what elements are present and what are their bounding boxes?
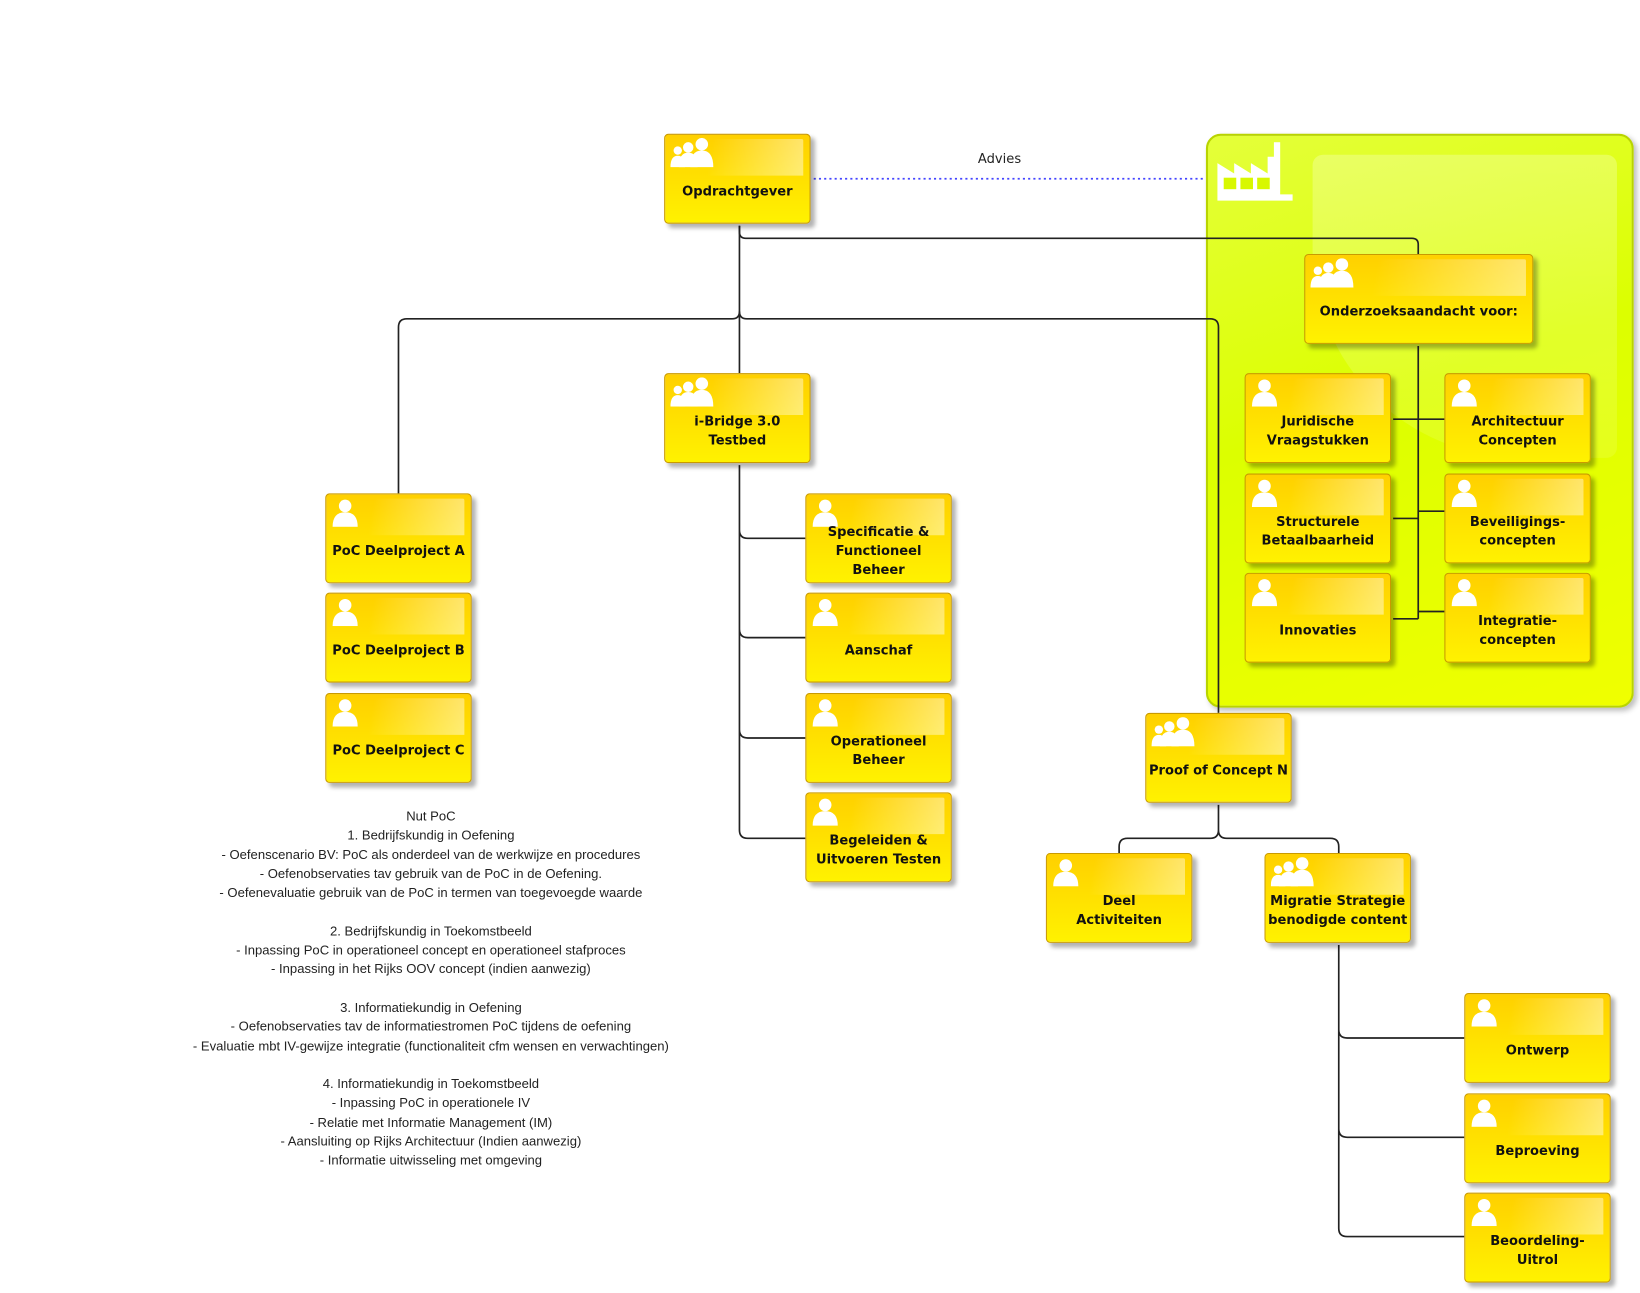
node-poc-c[interactable]: PoC Deelproject C [325,693,472,783]
connector-onderzoek [1393,345,1445,620]
note-line: - Oefenscenario BV: PoC als onderdeel va… [221,847,641,862]
note-line [126,1056,737,1075]
node-label: Begeleiden & Uitvoeren Testen [815,832,942,867]
connector-opdrachtgever-onderzoek [738,225,1420,255]
node-aanschaf[interactable]: Aanschaf [805,592,952,683]
node-label: Juridische Vraagstukken [1266,412,1369,448]
node-label: PoC Deelproject A [332,542,465,559]
note-line: - Inpassing in het Rijks OOV concept (in… [271,962,591,977]
node-innovaties[interactable]: Innovaties [1244,572,1392,663]
node-poc-n[interactable]: Proof of Concept N [1145,712,1292,803]
connector-ibridge [738,465,806,840]
note-line: 3. Informatiekundig in Oefening [340,1000,522,1015]
note-line: - Evaluatie mbt IV-gewijze integratie (f… [192,1038,669,1054]
node-label: i-Bridge 3.0 Testbed [694,412,781,448]
node-structureel[interactable]: Structurele Betaalbaarheid [1244,473,1392,564]
node-onderzoek[interactable]: Onderzoeksaandacht voor: [1304,254,1534,344]
note-line [126,903,737,922]
node-ontwerp[interactable]: Ontwerp [1464,993,1611,1083]
node-label: Specificatie & Functioneel Beheer [827,523,930,578]
node-begeleiden[interactable]: Begeleiden & Uitvoeren Testen [805,792,952,883]
node-label: Beproeving [1495,1142,1580,1159]
node-label: Ontwerp [1505,1042,1570,1058]
node-label: PoC Deelproject C [332,742,465,758]
note-line: - Oefenevaluatie gebruik van de PoC in t… [219,885,643,901]
node-label: Aanschaf [844,641,913,658]
node-migratie[interactable]: Migratie Strategie benodigde content [1264,852,1411,943]
node-label: Deel Activiteiten [1076,892,1162,928]
node-opdrachtgever[interactable]: Opdrachtgever [664,133,811,224]
node-operationeel[interactable]: Operationeel Beheer [805,693,952,783]
note-line: - Inpassing PoC in operationele IV [331,1095,531,1111]
node-integratie[interactable]: Integratie- concepten [1444,572,1591,663]
connector-migratie [1337,944,1465,1238]
node-label: Migratie Strategie benodigde content [1268,892,1408,928]
node-label: Structurele Betaalbaarheid [1261,513,1375,548]
node-poc-a[interactable]: PoC Deelproject A [325,493,472,584]
node-label: Operationeel Beheer [830,732,927,768]
note-line: 4. Informatiekundig in Toekomstbeeld [322,1076,540,1092]
node-label: PoC Deelproject B [332,641,465,658]
node-ibridge[interactable]: i-Bridge 3.0 Testbed [664,373,811,464]
node-specificatie[interactable]: Specificatie & Functioneel Beheer [805,493,952,584]
node-architectuur[interactable]: Architectuur Concepten [1444,373,1591,464]
note-line: Nut PoC [406,809,456,824]
node-label: Integratie- concepten [1478,612,1558,648]
note-line: - Relatie met Informatie Management (IM) [309,1115,553,1130]
nut-poc-notes: Nut PoC 1. Bedrijfskundig in Oefening - Oe… [126,807,737,1170]
org-chart-canvas: Advies Opdrachtgever Onderzoeksaandacht v… [0,0,1640,1293]
node-label: Proof of Concept N [1148,762,1288,778]
node-beveiliging[interactable]: Beveiligings- concepten [1444,473,1591,564]
note-line: - Oefenobservaties tav de informatiestro… [230,1019,632,1035]
node-label: Beveiligings- concepten [1469,513,1566,548]
node-deel[interactable]: Deel Activiteiten [1045,852,1193,943]
connector-pocn [1118,804,1340,853]
node-label: Architectuur Concepten [1471,412,1564,448]
note-line: - Informatie uitwisseling met omgeving [319,1153,543,1168]
node-label: Innovaties [1279,621,1357,638]
note-line: - Oefenobservaties tav gebruik van de Po… [259,866,603,882]
note-line: - Inpassing PoC in operationeel concept … [236,942,626,958]
node-label: Onderzoeksaandacht voor: [1319,303,1518,319]
node-label: Beoordeling- Uitrol [1490,1232,1585,1267]
node-beproeving[interactable]: Beproeving [1464,1093,1611,1184]
note-line: - Aansluiting op Rijks Architectuur (Ind… [280,1134,582,1149]
node-label: Opdrachtgever [682,182,793,199]
node-beoordeling[interactable]: Beoordeling- Uitrol [1464,1192,1611,1283]
note-line: 2. Bedrijfskundig in Toekomstbeeld [329,923,532,939]
note-line: 1. Bedrijfskundig in Oefening [347,828,515,843]
node-juridisch[interactable]: Juridische Vraagstukken [1244,373,1392,464]
advies-label: Advies [977,150,1022,167]
note-line [126,979,737,998]
node-poc-b[interactable]: PoC Deelproject B [325,592,472,683]
